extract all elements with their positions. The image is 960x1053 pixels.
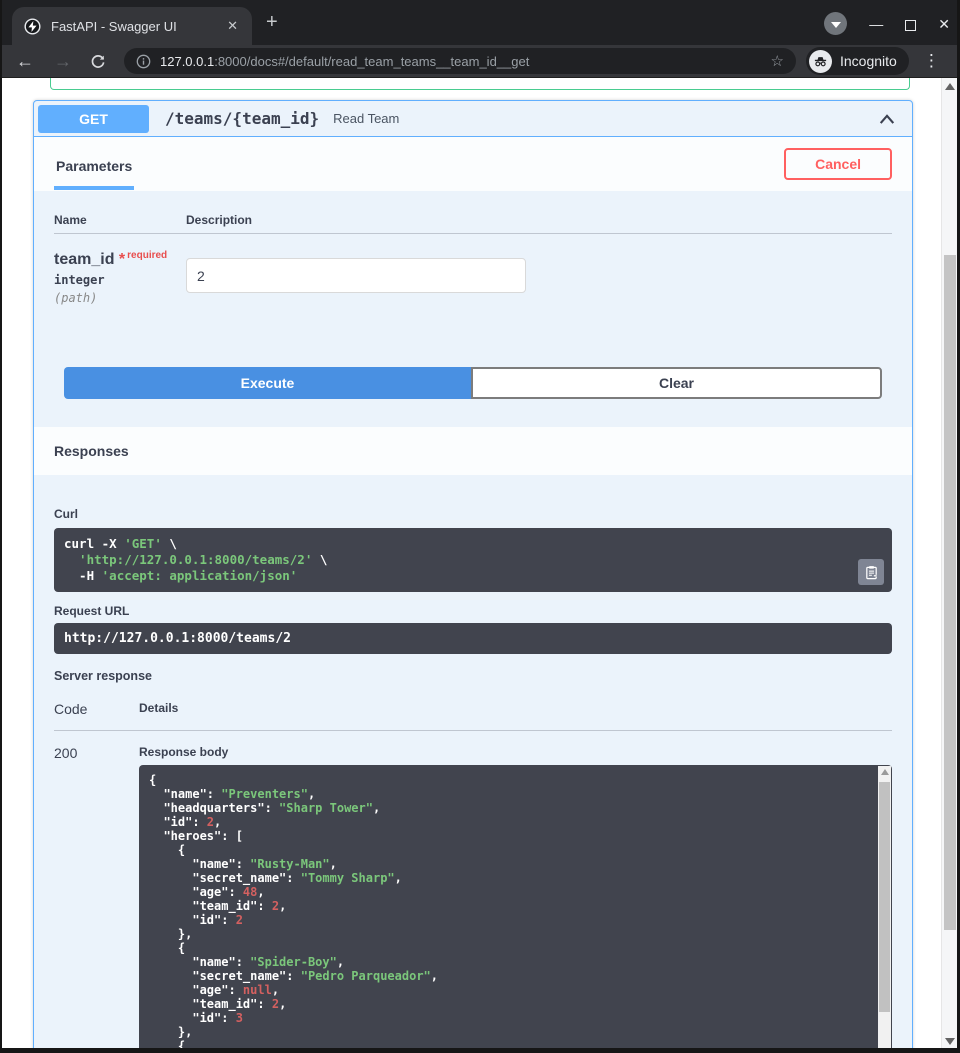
get-teams-opblock: GET /teams/{team_id} Read Team Parameter…: [33, 100, 913, 1053]
window-frame-bottom: [0, 1048, 960, 1053]
window-close-icon[interactable]: ✕: [938, 14, 950, 34]
tab-close-icon[interactable]: ✕: [223, 18, 242, 34]
endpoint-summary: Read Team: [333, 111, 876, 126]
cancel-button[interactable]: Cancel: [784, 148, 892, 180]
swagger-page: GET /teams/{team_id} Read Team Parameter…: [2, 78, 940, 1053]
responses-body: Curl curl -X 'GET' \ 'http://127.0.0.1:8…: [34, 475, 912, 1053]
forward-icon[interactable]: →: [54, 52, 72, 70]
response-body-scrollbar[interactable]: [878, 766, 891, 1053]
browser-toolbar: ← → 127.0.0.1:8000/docs#/default/read_te…: [0, 45, 960, 78]
parameter-row: team_id *required integer (path): [54, 234, 892, 305]
browser-tab[interactable]: FastAPI - Swagger UI ✕: [12, 7, 252, 45]
copy-to-clipboard-icon[interactable]: [858, 559, 884, 585]
url-host: 127.0.0.1: [160, 54, 214, 69]
curl-command: curl -X 'GET' \ 'http://127.0.0.1:8000/t…: [54, 528, 892, 592]
request-url-label: Request URL: [54, 604, 892, 618]
endpoint-path: /teams/{team_id}: [165, 109, 319, 128]
response-body-label: Response body: [139, 745, 892, 759]
site-info-icon[interactable]: [136, 54, 151, 69]
parameter-location: (path): [54, 291, 186, 305]
server-response-label: Server response: [54, 669, 892, 683]
page-scroll-up-icon[interactable]: [945, 83, 955, 90]
scrollbar-thumb[interactable]: [879, 782, 890, 1012]
required-star: *: [119, 251, 125, 268]
responses-heading: Responses: [54, 443, 129, 459]
description-column-header: Description: [186, 213, 252, 227]
chrome-controls-icon[interactable]: [824, 12, 847, 35]
previous-endpoint-block-edge: [50, 78, 910, 90]
execute-row: Execute Clear: [34, 367, 912, 427]
incognito-icon: [809, 50, 832, 73]
fastapi-favicon-icon: [24, 18, 41, 35]
response-body-json: { "name": "Preventers", "headquarters": …: [139, 765, 892, 1053]
tab-title: FastAPI - Swagger UI: [51, 19, 223, 34]
code-column-header: Code: [54, 701, 139, 717]
parameter-type: integer: [54, 273, 186, 287]
maximize-icon[interactable]: [905, 20, 916, 31]
name-column-header: Name: [54, 213, 186, 227]
parameters-body: Name Description team_id *required integ…: [34, 191, 912, 367]
parameter-name: team_id *required: [54, 250, 186, 269]
bookmark-star-icon[interactable]: ☆: [771, 52, 784, 70]
browser-menu-icon[interactable]: ⋮: [923, 51, 940, 71]
parameters-section-header: Parameters Cancel: [34, 137, 912, 191]
curl-label: Curl: [54, 507, 892, 521]
request-url-value: http://127.0.0.1:8000/teams/2: [54, 623, 892, 654]
opblock-header[interactable]: GET /teams/{team_id} Read Team: [34, 101, 912, 137]
method-get-badge: GET: [38, 105, 149, 133]
minimize-icon[interactable]: —: [869, 14, 883, 34]
page-scrollbar[interactable]: [941, 78, 957, 1053]
response-table-header: Code Details: [54, 701, 892, 731]
new-tab-icon[interactable]: +: [266, 12, 278, 32]
browser-titlebar: FastAPI - Swagger UI ✕ + — ✕: [0, 0, 960, 45]
incognito-badge: Incognito: [806, 47, 909, 75]
url-path: :8000/docs#/default/read_team_teams__tea…: [214, 54, 529, 69]
url-bar[interactable]: 127.0.0.1:8000/docs#/default/read_team_t…: [124, 48, 796, 74]
window-frame-left: [0, 0, 2, 1053]
response-row: 200 Response body { "name": "Preventers"…: [54, 731, 892, 1053]
incognito-label: Incognito: [840, 53, 897, 69]
url-text[interactable]: 127.0.0.1:8000/docs#/default/read_team_t…: [160, 54, 771, 69]
page-scrollbar-thumb[interactable]: [944, 255, 956, 930]
page-scroll-down-icon[interactable]: [945, 1038, 955, 1045]
clear-button[interactable]: Clear: [471, 367, 882, 399]
details-column-header: Details: [139, 701, 178, 717]
required-label: required: [127, 250, 167, 261]
team-id-input[interactable]: [186, 258, 526, 293]
execute-button[interactable]: Execute: [64, 367, 471, 399]
back-icon[interactable]: ←: [16, 52, 34, 70]
reload-icon[interactable]: [90, 53, 106, 69]
tab-parameters[interactable]: Parameters: [54, 141, 134, 190]
collapse-chevron-icon[interactable]: [876, 109, 898, 129]
status-code: 200: [54, 745, 139, 1053]
scroll-up-icon[interactable]: [881, 769, 889, 775]
responses-section-header: Responses: [34, 427, 912, 475]
